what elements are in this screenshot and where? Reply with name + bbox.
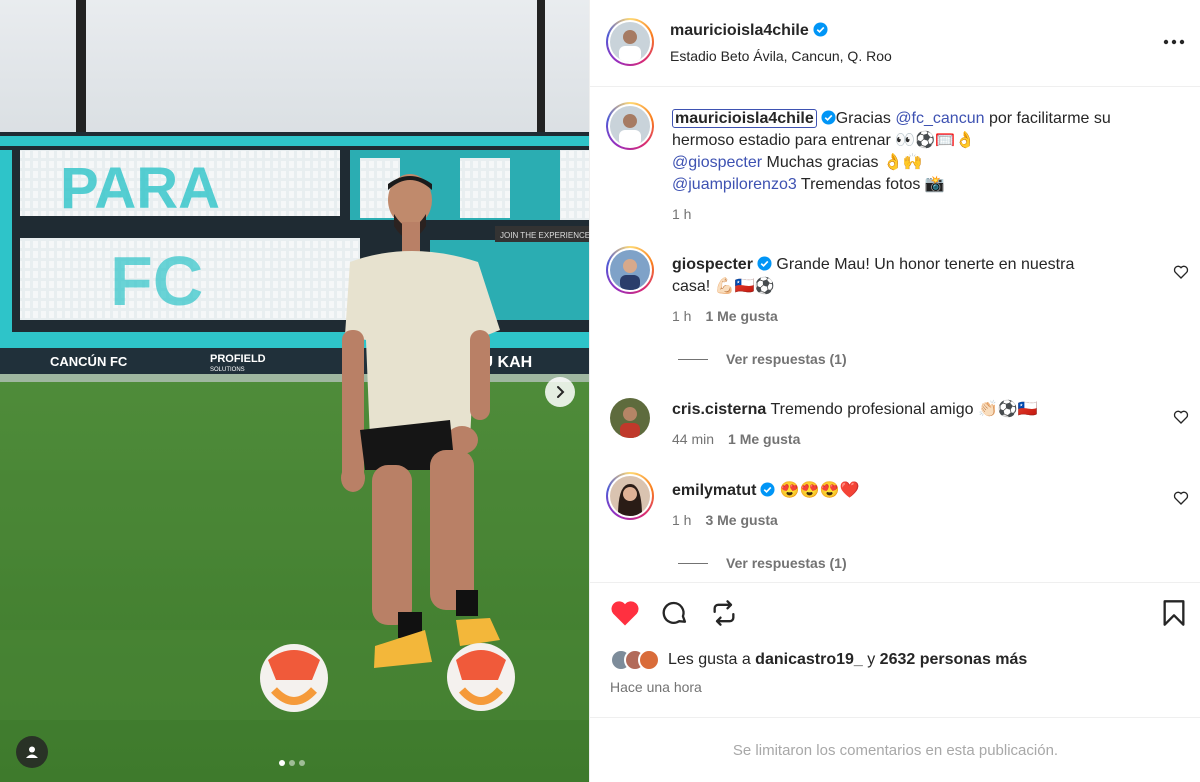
comment-likes[interactable]: 1 Me gusta — [728, 431, 800, 447]
repost-button[interactable] — [710, 599, 738, 632]
comment-text: giospecter Grande Mau! Un honor tenerte … — [672, 254, 1152, 298]
post-location[interactable]: Estadio Beto Ávila, Cancun, Q. Roo — [670, 48, 892, 64]
comment-text: cris.cisterna Tremendo profesional amigo… — [672, 399, 1152, 421]
post-actions: Les gusta a danicastro19_ y 2632 persona… — [590, 582, 1200, 717]
carousel-dot-active — [279, 760, 285, 766]
comment-body: Grande Mau! Un honor tenerte en nuestra — [776, 256, 1075, 273]
soccer-ball-right — [447, 643, 515, 711]
stadium-photo: PARA FC JOIN THE EXPERIENCE CANCÚN FC PR… — [0, 0, 589, 782]
post-time[interactable]: Hace una hora — [610, 679, 702, 695]
caption-author-avatar[interactable] — [606, 102, 654, 150]
comment-meta: 44 min 1 Me gusta — [672, 431, 800, 447]
caption-time[interactable]: 1 h — [672, 206, 691, 222]
caption-text-part: Tremendas fotos 📸 — [796, 176, 945, 193]
comment-button[interactable] — [661, 599, 689, 632]
carousel-dot — [299, 760, 305, 766]
save-button[interactable] — [1161, 599, 1187, 632]
comments-section[interactable]: mauricioisla4chile Gracias @fc_cancun por… — [590, 88, 1200, 582]
next-photo-button[interactable] — [545, 377, 575, 407]
carousel-dot — [289, 760, 295, 766]
svg-text:CANCÚN FC: CANCÚN FC — [50, 354, 128, 369]
comment-body: casa! 💪🏻🇨🇱⚽ — [672, 278, 775, 295]
comment-meta: 1 h 1 Me gusta — [672, 308, 778, 324]
svg-text:FC: FC — [110, 242, 203, 320]
liker-avatar — [638, 649, 660, 671]
liker-username[interactable]: danicastro19_ — [755, 651, 863, 668]
svg-text:PROFIELD: PROFIELD — [210, 353, 266, 365]
soccer-ball-left — [260, 644, 328, 712]
comment-body: Tremendo profesional amigo 👏🏻⚽🇨🇱 — [770, 401, 1038, 418]
more-options-icon — [1163, 39, 1185, 45]
user-tag-icon — [26, 746, 38, 758]
chevron-right-icon — [557, 386, 565, 398]
comment-body: 😍😍😍❤️ — [779, 482, 860, 499]
commenter-avatar[interactable] — [610, 398, 650, 438]
caption-text: mauricioisla4chile Gracias @fc_cancun por… — [672, 108, 1172, 196]
comment-meta: 1 h 3 Me gusta — [672, 512, 778, 528]
caption-text-part: Muchas gracias 👌🙌 — [762, 154, 923, 171]
comment-text: emilymatut 😍😍😍❤️ — [672, 480, 1152, 502]
verified-badge-icon — [821, 110, 836, 125]
author-avatar[interactable] — [606, 18, 654, 66]
verified-badge-icon — [757, 256, 772, 271]
post-photo[interactable]: PARA FC JOIN THE EXPERIENCE CANCÚN FC PR… — [0, 0, 589, 782]
verified-badge-icon — [760, 482, 775, 497]
verified-badge-icon — [813, 22, 828, 37]
comments-limited-notice: Se limitaron los comentarios en esta pub… — [590, 717, 1200, 782]
like-comment-heart-icon[interactable] — [1173, 409, 1189, 425]
repost-icon — [713, 600, 735, 626]
commenter-avatar[interactable] — [606, 472, 654, 520]
svg-text:SOLUTIONS: SOLUTIONS — [210, 367, 245, 373]
mention-link[interactable]: @fc_cancun — [895, 110, 984, 127]
likes-count[interactable]: 2632 personas más — [880, 651, 1028, 668]
svg-text:PARA: PARA — [60, 156, 220, 221]
comment-likes[interactable]: 1 Me gusta — [705, 308, 777, 324]
post-header: mauricioisla4chile Estadio Beto Ávila, C… — [590, 0, 1200, 87]
tagged-users-button[interactable] — [16, 736, 48, 768]
caption-text-part: Gracias — [835, 110, 896, 127]
like-comment-heart-icon[interactable] — [1173, 264, 1189, 280]
view-replies-button[interactable]: Ver respuestas (1) — [678, 555, 847, 571]
caption-text-part: hermoso estadio para entrenar 👀⚽🥅👌 — [672, 132, 975, 149]
caption-username[interactable]: mauricioisla4chile — [672, 109, 817, 128]
likes-summary[interactable]: Les gusta a danicastro19_ y 2632 persona… — [610, 649, 1027, 671]
carousel-indicator — [279, 760, 305, 766]
view-replies-button[interactable]: Ver respuestas (1) — [678, 351, 847, 367]
comment-time[interactable]: 44 min — [672, 431, 714, 447]
svg-text:JOIN THE EXPERIENCE: JOIN THE EXPERIENCE — [500, 231, 589, 240]
commenter-avatar[interactable] — [606, 246, 654, 294]
comment-time[interactable]: 1 h — [672, 308, 691, 324]
likes-middle: y — [862, 651, 880, 668]
heart-icon — [611, 601, 639, 626]
commenter-username[interactable]: cris.cisterna — [672, 401, 766, 418]
more-options-button[interactable] — [1163, 32, 1185, 50]
like-comment-heart-icon[interactable] — [1173, 490, 1189, 506]
author-username[interactable]: mauricioisla4chile — [670, 22, 809, 39]
comment-icon — [662, 601, 687, 624]
post-sidebar: mauricioisla4chile Estadio Beto Ávila, C… — [589, 0, 1200, 782]
caption-text-part: por facilitarme su — [984, 110, 1111, 127]
commenter-username[interactable]: giospecter — [672, 256, 753, 273]
mention-link[interactable]: @juampilorenzo3 — [672, 176, 797, 193]
mention-link[interactable]: @giospecter — [672, 154, 762, 171]
comment-time[interactable]: 1 h — [672, 512, 691, 528]
comment-likes[interactable]: 3 Me gusta — [705, 512, 777, 528]
likes-prefix: Les gusta a — [668, 651, 756, 668]
like-button[interactable] — [610, 599, 640, 632]
view-replies-label: Ver respuestas (1) — [726, 351, 847, 367]
view-replies-label: Ver respuestas (1) — [726, 555, 847, 571]
save-icon — [1163, 600, 1185, 626]
commenter-username[interactable]: emilymatut — [672, 482, 756, 499]
